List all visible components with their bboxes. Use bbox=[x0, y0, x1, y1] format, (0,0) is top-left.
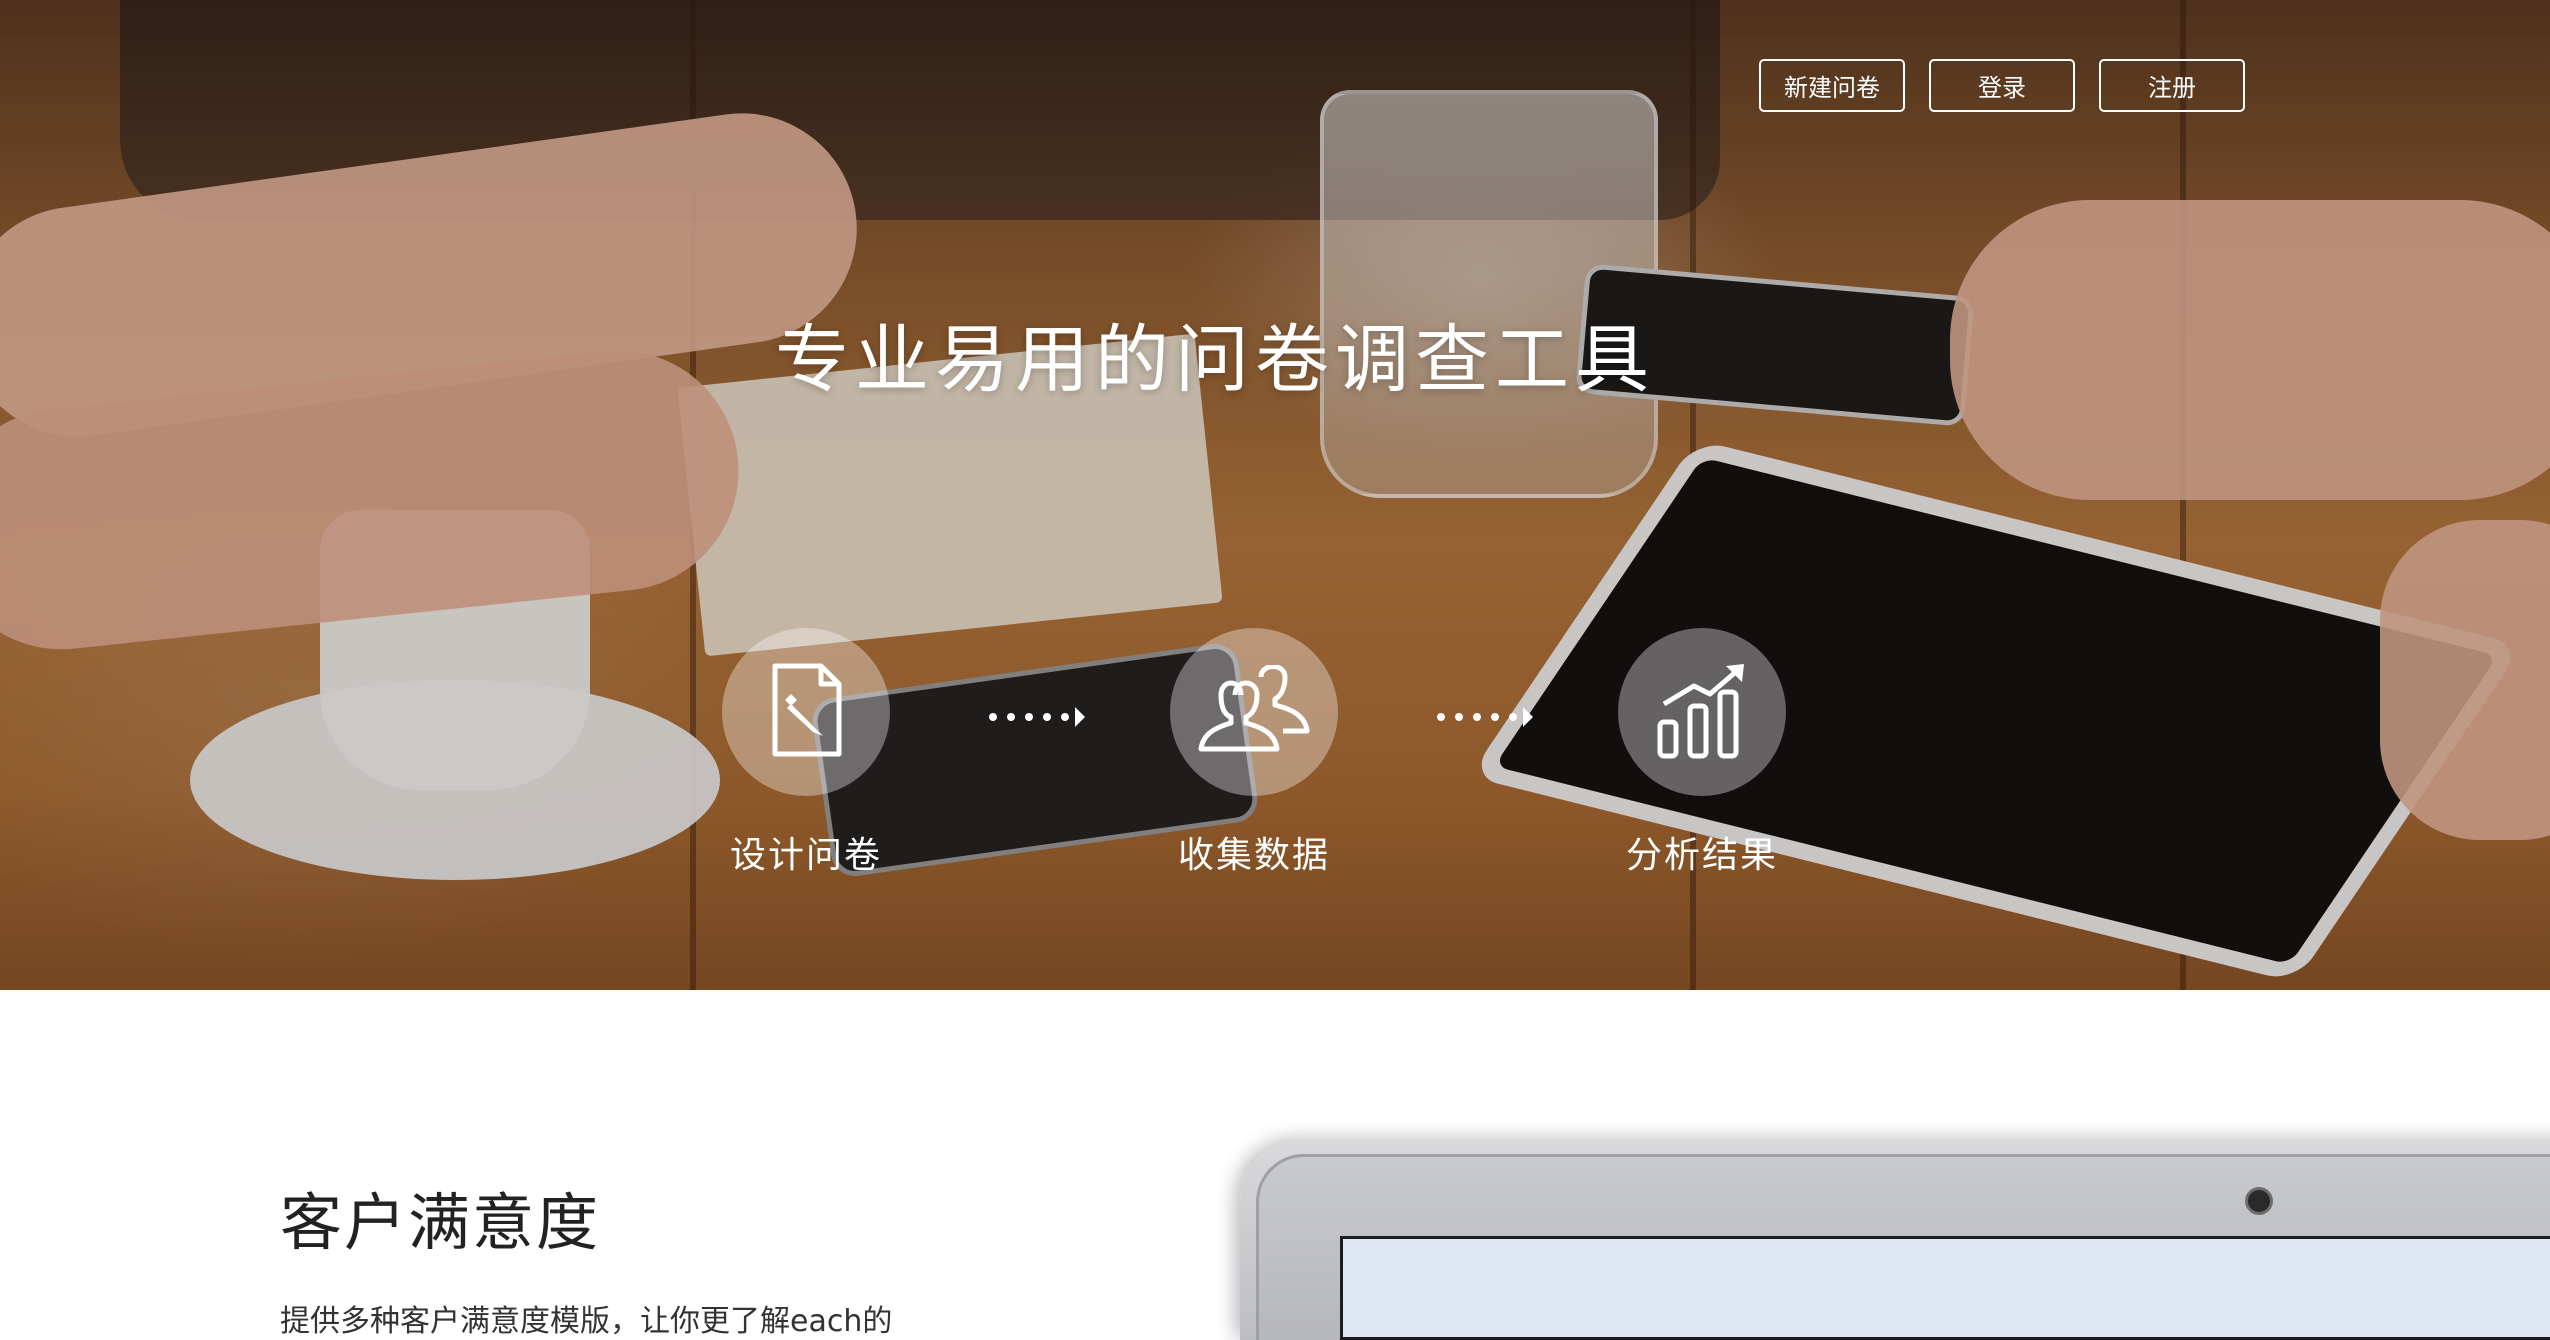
feature-description: 提供多种客户满意度模版，让你更了解each的 bbox=[280, 1304, 893, 1339]
step-circle bbox=[1170, 628, 1338, 796]
dotted-arrow-icon bbox=[1435, 705, 1535, 729]
step-circle bbox=[722, 628, 890, 796]
process-steps: 设计问卷 收集数据 分析结果 bbox=[0, 0, 2550, 990]
document-pencil-icon bbox=[761, 660, 851, 764]
step-label: 分析结果 bbox=[1625, 835, 1778, 876]
step-design-survey: 设计问卷 bbox=[686, 628, 926, 878]
camera-icon bbox=[2245, 1187, 2273, 1215]
dotted-arrow-icon bbox=[987, 705, 1087, 729]
step-label: 收集数据 bbox=[1177, 835, 1330, 876]
laptop-illustration bbox=[1240, 1140, 2550, 1340]
step-collect-data: 收集数据 bbox=[1134, 628, 1374, 878]
bar-chart-trend-icon bbox=[1654, 660, 1750, 764]
step-circle bbox=[1618, 628, 1786, 796]
hero-banner: 新建问卷 登录 注册 专业易用的问卷调查工具 设计问卷 收集数据 分析结果 bbox=[0, 0, 2550, 990]
laptop-screen bbox=[1340, 1236, 2550, 1340]
step-label: 设计问卷 bbox=[729, 835, 882, 876]
feature-title: 客户满意度 bbox=[280, 1186, 601, 1259]
step-analyze-results: 分析结果 bbox=[1582, 628, 1822, 878]
users-icon bbox=[1195, 664, 1313, 759]
